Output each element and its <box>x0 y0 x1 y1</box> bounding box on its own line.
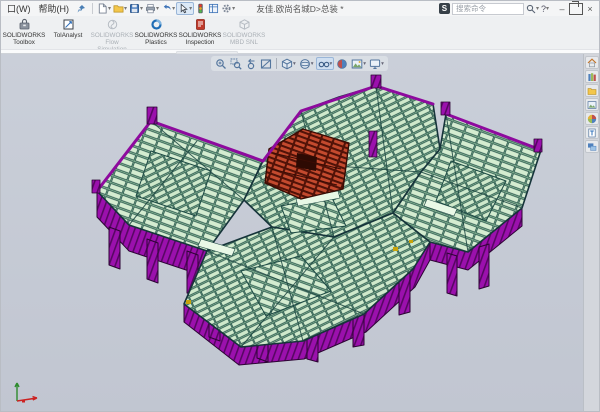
forum-icon <box>587 142 597 152</box>
headsup-separator <box>276 58 277 69</box>
tolanalyst-icon <box>62 18 75 31</box>
view-orientation-button[interactable]: ▾ <box>280 57 297 70</box>
zoom-to-fit-icon <box>215 58 227 70</box>
view-orientation-cube-icon <box>281 58 293 70</box>
section-view-button[interactable] <box>259 57 273 70</box>
cmd-flow-simulation: SOLIDWORKS Flow Simulation <box>91 17 133 53</box>
section-view-icon <box>260 58 272 70</box>
rebuild-traffic-light-icon <box>195 3 206 14</box>
books-icon <box>587 72 597 82</box>
close-button[interactable]: × <box>583 3 597 15</box>
file-explorer-tab[interactable] <box>585 84 599 97</box>
print-icon <box>145 3 156 14</box>
cmd-tolanalyst[interactable]: TolAnalyst <box>47 17 89 39</box>
options-button[interactable]: ▾ <box>220 2 236 15</box>
previous-view-icon <box>245 58 257 70</box>
zoom-to-fit-button[interactable] <box>214 57 228 70</box>
display-style-icon <box>299 58 311 70</box>
file-properties-icon <box>208 3 219 14</box>
toolbox-icon <box>18 18 31 31</box>
cmd-label: SOLIDWORKS Inspection <box>179 32 222 46</box>
cmd-label: SOLIDWORKS MBD SNL <box>223 32 266 46</box>
formwork-assembly-model[interactable] <box>1 54 599 411</box>
cmd-plastics[interactable]: SOLIDWORKS Plastics <box>135 17 177 46</box>
save-disk-icon <box>129 3 140 14</box>
folder-icon <box>587 86 597 96</box>
display-style-button[interactable]: ▾ <box>298 57 315 70</box>
home-icon <box>587 58 597 68</box>
cmd-inspection[interactable]: SOLIDWORKS Inspection <box>179 17 221 46</box>
apply-scene-icon <box>351 58 363 70</box>
cmd-mbd-snl: SOLIDWORKS MBD SNL <box>223 17 265 46</box>
view-settings-button[interactable]: ▾ <box>368 57 385 70</box>
properties-doc-icon <box>587 128 597 138</box>
rebuild-button[interactable] <box>194 2 207 15</box>
print-button[interactable]: ▾ <box>144 2 160 15</box>
title-bar: 口(W) 帮助(H) ▾ ▾ ▾ <box>1 1 599 16</box>
task-pane-strip <box>583 54 599 411</box>
search-commands-input[interactable]: 搜索命令 <box>452 3 524 15</box>
select-cursor-icon <box>178 3 189 14</box>
new-document-icon <box>97 3 108 14</box>
solidworks-forum-tab[interactable] <box>585 140 599 153</box>
undo-button[interactable]: ▾ <box>160 2 176 15</box>
solidworks-window: 口(W) 帮助(H) ▾ ▾ ▾ <box>0 0 600 412</box>
search-button[interactable]: ▾ <box>526 4 539 14</box>
hide-show-items-button[interactable]: ▾ <box>316 57 335 70</box>
save-button[interactable]: ▾ <box>128 2 144 15</box>
appearances-scenes-tab[interactable] <box>585 112 599 125</box>
apply-scene-button[interactable]: ▾ <box>350 57 367 70</box>
previous-view-button[interactable] <box>244 57 258 70</box>
view-palette-tab[interactable] <box>585 98 599 111</box>
minimize-button[interactable]: – <box>555 3 569 15</box>
command-manager: SOLIDWORKS Toolbox TolAnalyst SOLIDWORKS… <box>1 16 599 49</box>
cmd-label: TolAnalyst <box>54 32 83 39</box>
undo-arrow-icon <box>161 3 172 14</box>
cmd-solidworks-toolbox[interactable]: SOLIDWORKS Toolbox <box>3 17 45 46</box>
view-settings-icon <box>369 58 381 70</box>
open-button[interactable]: ▾ <box>112 2 128 15</box>
toolbar-separator <box>92 3 93 14</box>
zoom-to-area-button[interactable] <box>229 57 243 70</box>
color-sphere-icon <box>587 114 597 124</box>
flow-simulation-icon <box>106 18 119 31</box>
zoom-to-area-icon <box>230 58 242 70</box>
cmd-label: SOLIDWORKS Plastics <box>135 32 178 46</box>
window-controls: – × <box>555 3 597 15</box>
design-library-tab[interactable] <box>585 70 599 83</box>
solidworks-logo-icon: S <box>439 3 450 14</box>
inspection-icon <box>194 18 207 31</box>
cmd-label: SOLIDWORKS Toolbox <box>3 32 46 46</box>
edit-appearance-button[interactable] <box>335 57 349 70</box>
picture-icon <box>587 100 597 110</box>
menu-window[interactable]: 口(W) <box>3 2 35 15</box>
hide-show-items-icon <box>318 58 330 70</box>
edit-appearance-icon <box>336 58 348 70</box>
magnifier-icon <box>526 4 536 14</box>
options-gear-icon <box>221 3 232 14</box>
headsup-view-toolbar: ▾ ▾ ▾ <box>211 56 388 71</box>
solidworks-resources-tab[interactable] <box>585 56 599 69</box>
search-placeholder: 搜索命令 <box>456 3 486 14</box>
new-document-button[interactable]: ▾ <box>96 2 112 15</box>
menu-help[interactable]: 帮助(H) <box>35 2 74 15</box>
pin-menu-icon[interactable] <box>76 4 86 14</box>
coordinate-triad <box>9 377 43 405</box>
graphics-viewport[interactable]: ▾ ▾ ▾ <box>1 54 599 411</box>
select-button[interactable]: ▾ <box>176 2 194 15</box>
restore-icon <box>569 3 583 15</box>
plastics-icon <box>150 18 163 31</box>
custom-properties-tab[interactable] <box>585 126 599 139</box>
open-folder-icon <box>113 3 124 14</box>
file-properties-button[interactable] <box>207 2 220 15</box>
help-button[interactable]: ?▾ <box>541 4 549 14</box>
restore-button[interactable] <box>569 3 583 15</box>
mbd-icon <box>238 18 251 31</box>
